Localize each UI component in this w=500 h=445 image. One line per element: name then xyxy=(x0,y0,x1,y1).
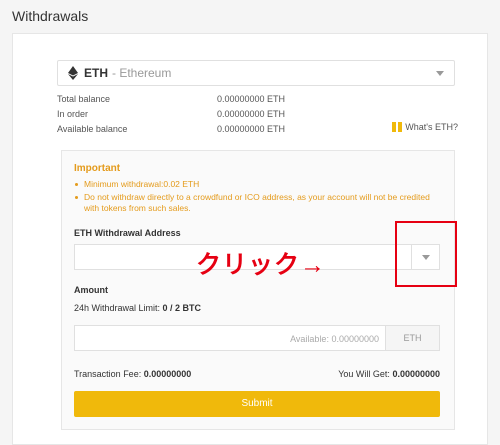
you-will-get: You Will Get: 0.00000000 xyxy=(338,369,440,379)
get-value: 0.00000000 xyxy=(392,369,440,379)
whats-eth-link[interactable]: What's ETH? xyxy=(392,122,458,132)
get-label: You Will Get: xyxy=(338,369,393,379)
annotation-highlight-box xyxy=(395,221,457,287)
coin-name: - Ethereum xyxy=(112,66,172,80)
gift-icon xyxy=(392,122,403,132)
notice-list: Minimum withdrawal:0.02 ETH Do not withd… xyxy=(74,179,434,216)
balance-value: 0.00000000 ETH xyxy=(217,94,286,104)
annotation-text: クリック→ xyxy=(196,251,327,279)
balance-value: 0.00000000 ETH xyxy=(217,109,286,119)
balance-row: In order 0.00000000 ETH xyxy=(57,107,457,122)
balance-label: In order xyxy=(57,109,89,119)
ethereum-icon xyxy=(68,66,78,80)
address-label: ETH Withdrawal Address xyxy=(74,228,181,238)
amount-label: Amount xyxy=(74,285,108,295)
withdrawal-limit: 24h Withdrawal Limit: 0 / 2 BTC xyxy=(74,303,201,313)
fee-label: Transaction Fee: xyxy=(74,369,144,379)
transaction-fee: Transaction Fee: 0.00000000 xyxy=(74,369,191,379)
whats-eth-label: What's ETH? xyxy=(405,122,458,132)
limit-prefix: 24h Withdrawal Limit: xyxy=(74,303,163,313)
balance-label: Total balance xyxy=(57,94,111,104)
coin-code: ETH xyxy=(84,66,108,80)
balances-section: Total balance 0.00000000 ETH In order 0.… xyxy=(57,92,458,137)
amount-unit: ETH xyxy=(385,326,439,350)
available-amount: Available: 0.00000000 xyxy=(290,334,379,344)
fee-value: 0.00000000 xyxy=(143,369,192,379)
withdraw-form: Important Minimum withdrawal:0.02 ETH Do… xyxy=(61,150,455,430)
coin-select[interactable]: ETH - Ethereum xyxy=(57,60,455,86)
balance-row: Total balance 0.00000000 ETH xyxy=(57,92,457,107)
submit-button[interactable]: Submit xyxy=(74,391,440,417)
limit-value: 0 / 2 BTC xyxy=(162,303,202,313)
notice-item: Minimum withdrawal:0.02 ETH xyxy=(74,179,434,190)
balance-label: Available balance xyxy=(57,124,128,134)
page-title: Withdrawals xyxy=(12,8,89,24)
amount-input[interactable]: Available: 0.00000000 ETH xyxy=(74,325,440,351)
important-title: Important xyxy=(74,163,121,174)
balance-value: 0.00000000 ETH xyxy=(217,124,286,134)
notice-item: Do not withdraw directly to a crowdfund … xyxy=(74,192,434,214)
chevron-down-icon xyxy=(436,71,444,76)
